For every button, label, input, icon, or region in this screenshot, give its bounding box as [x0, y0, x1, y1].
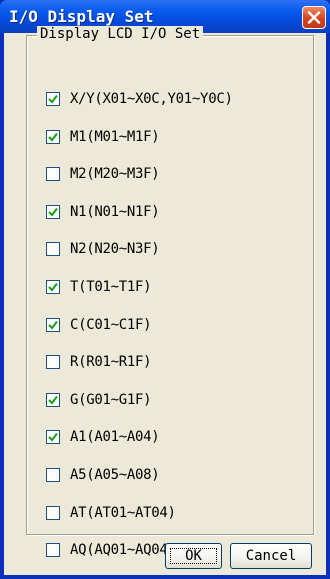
cancel-button-label: Cancel — [245, 548, 297, 564]
checkbox-row[interactable]: AQ(AQ01~AQ04) — [46, 541, 176, 559]
checkmark-icon — [48, 132, 58, 142]
checkbox-row[interactable]: C(C01~C1F) — [46, 316, 152, 334]
dialog-window: I/O Display Set Display LCD I/O Set X/Y(… — [0, 0, 330, 579]
checkbox-row[interactable]: M1(M01~M1F) — [46, 128, 160, 146]
cancel-button[interactable]: Cancel — [230, 543, 312, 569]
checkmark-icon — [48, 282, 58, 292]
checkbox[interactable] — [46, 242, 60, 256]
checkbox-label: M1(M01~M1F) — [70, 128, 160, 145]
checkbox[interactable] — [46, 430, 60, 444]
checkbox-label: A1(A01~A04) — [70, 428, 160, 445]
checkmark-icon — [48, 207, 58, 217]
close-button[interactable] — [302, 6, 326, 29]
checkbox-label: M2(M20~M3F) — [70, 165, 160, 182]
checkbox-label: AT(AT01~AT04) — [70, 504, 176, 521]
close-icon — [307, 11, 321, 24]
checkmark-icon — [48, 320, 58, 330]
checkbox-label: X/Y(X01~X0C,Y01~Y0C) — [70, 90, 233, 107]
checkbox[interactable] — [46, 506, 60, 520]
checkbox[interactable] — [46, 167, 60, 181]
checkbox-label: N2(N20~N3F) — [70, 240, 160, 257]
checkbox[interactable] — [46, 468, 60, 482]
checkbox[interactable] — [46, 393, 60, 407]
checkbox[interactable] — [46, 318, 60, 332]
checkbox-label: AQ(AQ01~AQ04) — [70, 541, 176, 558]
checkbox[interactable] — [46, 543, 60, 557]
checkbox-row[interactable]: AT(AT01~AT04) — [46, 504, 176, 522]
focus-rectangle — [170, 548, 217, 564]
checkbox-label: T(T01~T1F) — [70, 278, 152, 295]
checkbox[interactable] — [46, 355, 60, 369]
checkbox-row[interactable]: M2(M20~M3F) — [46, 165, 160, 183]
checkbox-row[interactable]: G(G01~G1F) — [46, 391, 152, 409]
checkmark-icon — [48, 395, 58, 405]
checkbox-label: C(C01~C1F) — [70, 316, 152, 333]
checkbox[interactable] — [46, 280, 60, 294]
checkbox-row[interactable]: A1(A01~A04) — [46, 428, 160, 446]
checkmark-icon — [48, 94, 58, 104]
checkbox-label: N1(N01~N1F) — [70, 203, 160, 220]
checkbox[interactable] — [46, 130, 60, 144]
checkbox-label: G(G01~G1F) — [70, 391, 152, 408]
checkbox-row[interactable]: A5(A05~A08) — [46, 466, 160, 484]
checkbox-label: A5(A05~A08) — [70, 466, 160, 483]
checkbox[interactable] — [46, 92, 60, 106]
checkbox-label: R(R01~R1F) — [70, 353, 152, 370]
checkbox-row[interactable]: N1(N01~N1F) — [46, 203, 160, 221]
checkmark-icon — [48, 432, 58, 442]
ok-button[interactable]: OK — [165, 543, 222, 569]
groupbox-label: Display LCD I/O Set — [37, 26, 204, 43]
checkbox-row[interactable]: N2(N20~N3F) — [46, 240, 160, 258]
checkbox-row[interactable]: R(R01~R1F) — [46, 353, 152, 371]
checkbox[interactable] — [46, 205, 60, 219]
checkbox-row[interactable]: X/Y(X01~X0C,Y01~Y0C) — [46, 90, 233, 108]
window-title: I/O Display Set — [9, 7, 154, 26]
checkbox-row[interactable]: T(T01~T1F) — [46, 278, 152, 296]
